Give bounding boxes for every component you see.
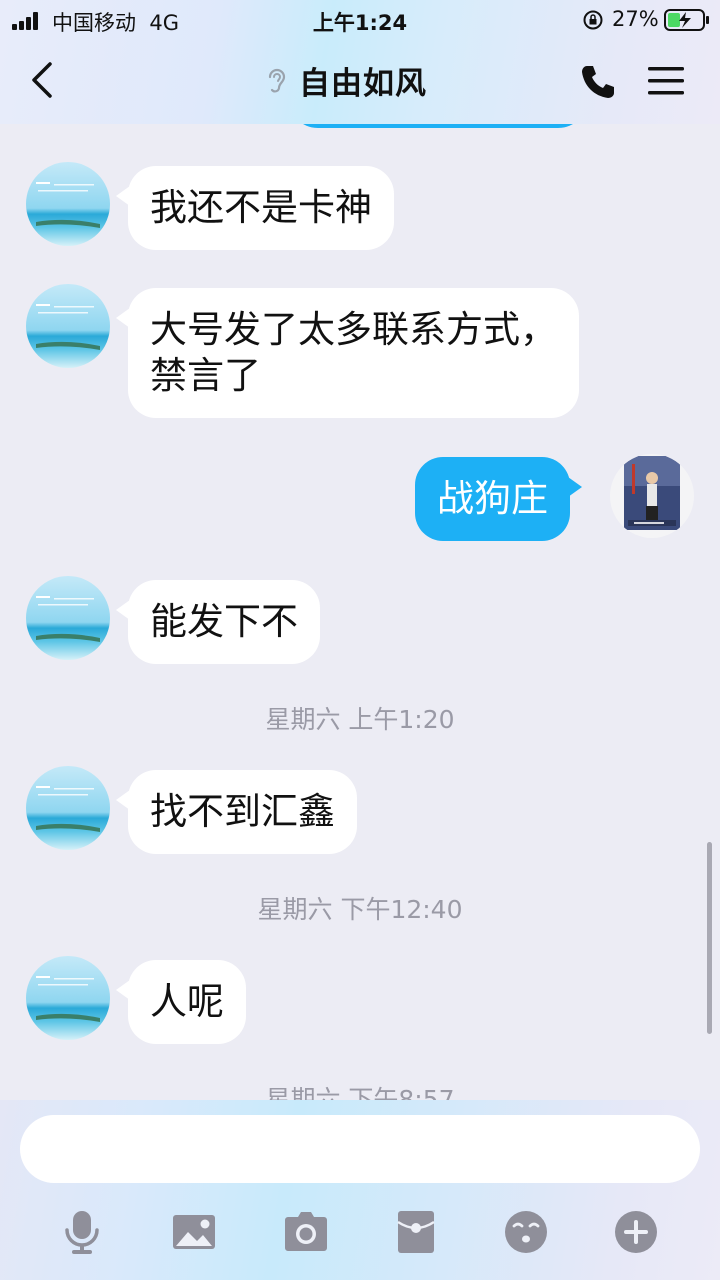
image-icon[interactable]	[170, 1208, 218, 1256]
timestamp: 星期六 上午1:20	[265, 705, 455, 734]
rotation-lock-icon	[583, 10, 603, 30]
incoming-message-bubble[interactable]: 人呢	[116, 960, 246, 1044]
plus-icon[interactable]	[612, 1208, 660, 1256]
phone-call-button[interactable]	[578, 62, 618, 102]
message-text: 能发下不	[150, 600, 298, 643]
message-text: 战狗庄	[437, 477, 548, 520]
camera-icon[interactable]	[282, 1208, 330, 1256]
input-panel	[0, 1100, 720, 1280]
timestamp: 星期六 下午12:40	[257, 895, 463, 924]
contact-avatar[interactable]	[26, 956, 110, 1040]
battery-charging-icon	[664, 9, 709, 31]
outgoing-message-bubble[interactable]: 战狗庄	[415, 457, 582, 541]
my-avatar[interactable]	[610, 454, 694, 538]
back-button[interactable]	[24, 58, 60, 102]
contact-avatar[interactable]	[26, 284, 110, 368]
incoming-message-bubble[interactable]: 找不到汇鑫	[116, 770, 357, 854]
timestamp: 星期六 下午8:57	[265, 1085, 455, 1100]
previous-message-bubble	[288, 124, 588, 128]
message-text: 禁言了	[150, 354, 261, 397]
red-packet-icon[interactable]	[392, 1208, 440, 1256]
message-text: 找不到汇鑫	[150, 790, 335, 833]
emoji-icon[interactable]	[502, 1208, 550, 1256]
contact-avatar[interactable]	[26, 162, 110, 246]
menu-button[interactable]	[646, 64, 686, 98]
message-text: 大号发了太多联系方式，	[150, 308, 557, 351]
incoming-message-bubble[interactable]: 大号发了太多联系方式， 禁言了	[116, 288, 579, 418]
incoming-message-bubble[interactable]: 我还不是卡神	[116, 166, 394, 250]
microphone-icon[interactable]	[58, 1208, 106, 1256]
ear-icon	[268, 68, 286, 93]
chat-messages[interactable]: 我还不是卡神 大号发了太多联系方式， 禁言了 战狗庄 能发下不 星期六 上午1:…	[0, 124, 720, 1100]
incoming-message-bubble[interactable]: 能发下不	[116, 580, 320, 664]
chevron-left-icon	[32, 62, 52, 98]
page-title: 自由如风	[299, 65, 427, 102]
contact-avatar[interactable]	[26, 766, 110, 850]
top-bar: 中国移动 4G 上午1:24 27% 自由如风	[0, 0, 720, 124]
battery-percent: 27%	[612, 7, 659, 31]
message-text: 我还不是卡神	[150, 186, 372, 229]
message-input[interactable]	[20, 1115, 700, 1183]
scroll-indicator[interactable]	[707, 842, 712, 1034]
status-bar: 中国移动 4G 上午1:24 27%	[0, 0, 720, 40]
message-text: 人呢	[150, 980, 224, 1023]
contact-avatar[interactable]	[26, 576, 110, 660]
